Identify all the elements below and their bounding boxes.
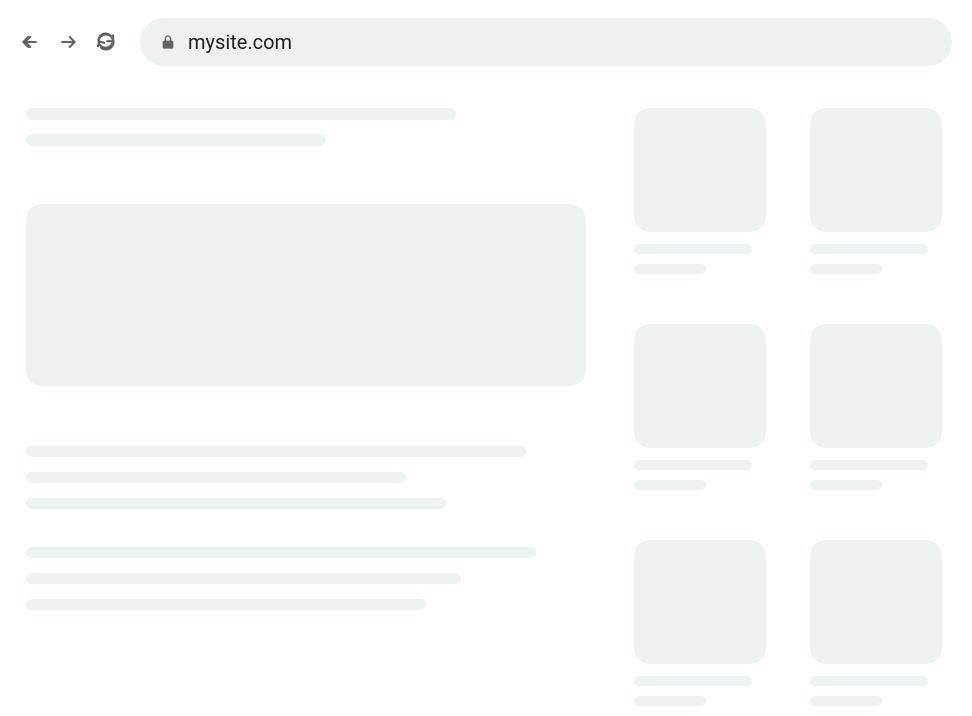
- skeleton-line: [810, 264, 882, 274]
- arrow-right-icon: [58, 32, 78, 52]
- forward-button[interactable]: [58, 32, 78, 52]
- skeleton-line: [634, 676, 752, 686]
- skeleton-line: [26, 498, 446, 509]
- card-image-skeleton: [634, 540, 766, 664]
- browser-toolbar: mysite.com: [0, 0, 972, 80]
- card-skeleton: [634, 540, 770, 716]
- skeleton-line: [26, 472, 406, 483]
- reload-button[interactable]: [96, 32, 116, 52]
- skeleton-line: [810, 676, 928, 686]
- skeleton-line: [634, 264, 706, 274]
- arrow-left-icon: [20, 32, 40, 52]
- skeleton-line: [634, 244, 752, 254]
- card-skeleton: [810, 324, 946, 500]
- skeleton-line: [26, 108, 456, 120]
- skeleton-line: [634, 696, 706, 706]
- paragraph-skeleton: [26, 547, 586, 610]
- card-skeleton: [810, 540, 946, 716]
- skeleton-line: [26, 547, 536, 558]
- reload-icon: [96, 32, 116, 52]
- card-image-skeleton: [810, 540, 942, 664]
- url-text: mysite.com: [188, 30, 292, 54]
- sidebar-column: [634, 80, 946, 716]
- page-content: [0, 80, 972, 716]
- skeleton-line: [810, 244, 928, 254]
- card-image-skeleton: [634, 324, 766, 448]
- skeleton-line: [26, 134, 326, 146]
- main-column: [26, 80, 586, 716]
- skeleton-line: [810, 696, 882, 706]
- skeleton-line: [26, 599, 426, 610]
- card-skeleton: [634, 324, 770, 500]
- skeleton-line: [634, 480, 706, 490]
- card-image-skeleton: [810, 324, 942, 448]
- skeleton-line: [634, 460, 752, 470]
- lock-icon: [160, 34, 176, 50]
- card-skeleton: [634, 108, 770, 284]
- skeleton-line: [810, 480, 882, 490]
- skeleton-line: [26, 573, 461, 584]
- address-bar[interactable]: mysite.com: [140, 18, 952, 66]
- nav-buttons: [20, 32, 116, 52]
- card-image-skeleton: [810, 108, 942, 232]
- hero-skeleton: [26, 204, 586, 386]
- paragraph-skeleton: [26, 446, 586, 509]
- card-image-skeleton: [634, 108, 766, 232]
- card-grid: [634, 108, 946, 716]
- skeleton-line: [26, 446, 526, 457]
- skeleton-line: [810, 460, 928, 470]
- back-button[interactable]: [20, 32, 40, 52]
- title-skeleton: [26, 108, 586, 146]
- card-skeleton: [810, 108, 946, 284]
